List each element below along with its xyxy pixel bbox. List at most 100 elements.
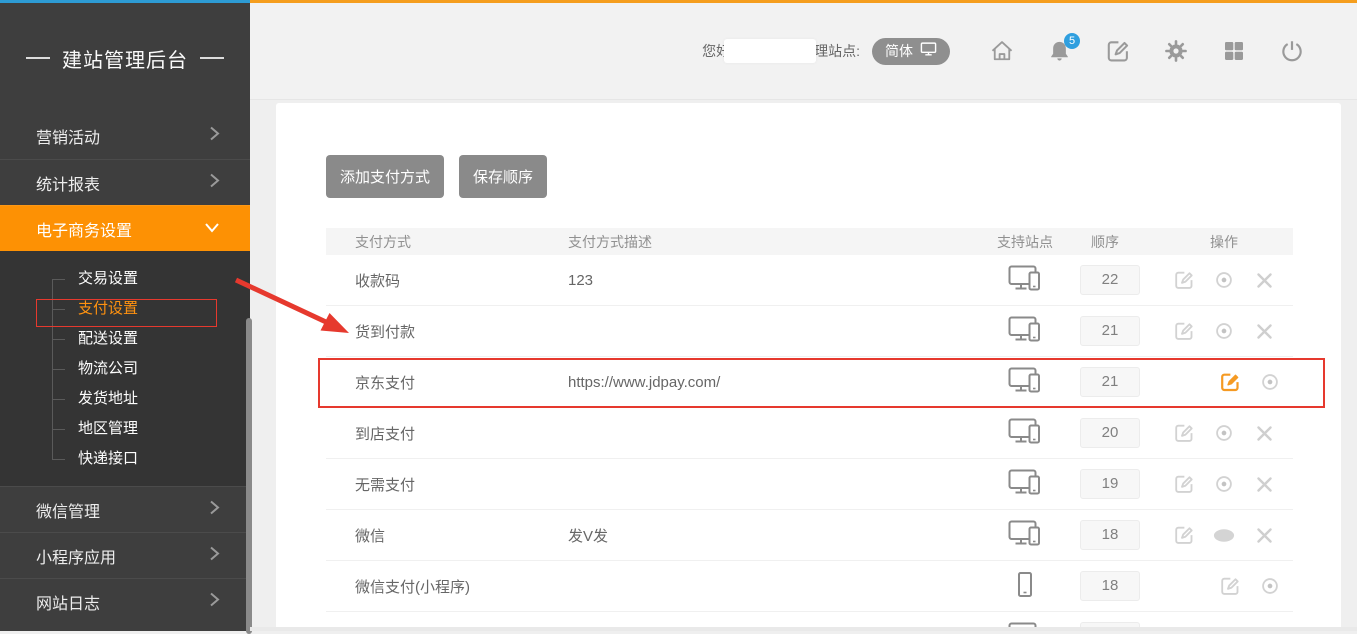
order-input[interactable]: 22: [1080, 265, 1140, 295]
home-icon[interactable]: [988, 38, 1015, 65]
desktop-and-mobile-icon: [1008, 418, 1043, 449]
sidebar-scrollbar[interactable]: [246, 318, 252, 634]
sidebar-item-网站日志[interactable]: 网站日志: [0, 578, 250, 624]
row-actions: [1155, 575, 1293, 597]
order-input[interactable]: 18: [1080, 571, 1140, 601]
power-icon[interactable]: [1278, 38, 1305, 65]
sidebar-subitem-快递接口[interactable]: 快递接口: [0, 444, 250, 474]
payment-method-description: 123: [568, 272, 985, 289]
table-row: 货到付款21: [326, 306, 1293, 357]
order-input[interactable]: 20: [1080, 418, 1140, 448]
delete-icon[interactable]: [1253, 422, 1275, 444]
desktop-and-mobile-icon: [1008, 520, 1043, 551]
chevron-down-icon: [204, 220, 220, 238]
edit-icon[interactable]: [1173, 320, 1195, 342]
view-icon[interactable]: [1213, 473, 1235, 495]
sidebar-subitem-发货地址[interactable]: 发货地址: [0, 384, 250, 414]
edit-icon[interactable]: [1173, 473, 1195, 495]
payment-method-name: 收款码: [326, 270, 568, 291]
sidebar-item-label: 统计报表: [36, 171, 100, 195]
sidebar-item-电子商务设置[interactable]: 电子商务设置: [0, 205, 250, 251]
chevron-right-icon: [209, 126, 220, 147]
notification-badge: 5: [1064, 33, 1080, 49]
table-row: 无需支付 19: [326, 459, 1293, 510]
payment-method-name: 京东支付: [326, 372, 568, 393]
row-actions: [1155, 320, 1293, 342]
desktop-and-mobile-icon: [1008, 265, 1043, 296]
row-actions: [1155, 371, 1293, 393]
hidden-eye-icon[interactable]: [1213, 524, 1235, 546]
order-input[interactable]: 18: [1080, 520, 1140, 550]
edit-icon[interactable]: [1219, 575, 1241, 597]
delete-icon[interactable]: [1253, 269, 1275, 291]
sidebar-subitem-交易设置[interactable]: 交易设置: [0, 264, 250, 294]
sidebar-item-小程序应用[interactable]: 小程序应用: [0, 532, 250, 578]
delete-icon[interactable]: [1253, 524, 1275, 546]
view-icon[interactable]: [1213, 422, 1235, 444]
payment-method-description: https://www.jdpay.com/: [568, 374, 985, 391]
col-header-supported-sites: 支持站点: [985, 232, 1065, 252]
payment-method-name: 无需支付: [326, 474, 568, 495]
sidebar-item-label: 电子商务设置: [36, 217, 132, 241]
view-icon[interactable]: [1259, 371, 1281, 393]
sidebar-subitem-配送设置[interactable]: 配送设置: [0, 324, 250, 354]
language-label: 简体: [885, 41, 913, 61]
chevron-right-icon: [209, 591, 220, 612]
table-row: 微信发V发 18: [326, 510, 1293, 561]
sidebar-subitem-物流公司[interactable]: 物流公司: [0, 354, 250, 384]
monitor-icon: [920, 42, 937, 60]
edit-icon[interactable]: [1173, 422, 1195, 444]
sidebar-item-label: 网站日志: [36, 590, 100, 614]
col-header-description: 支付方式描述: [568, 232, 985, 252]
col-header-payment-method: 支付方式: [326, 232, 568, 252]
mobile-only-icon: [1018, 572, 1032, 601]
order-input[interactable]: 21: [1080, 367, 1140, 397]
sidebar-submenu: 交易设置支付设置配送设置物流公司发货地址地区管理快递接口: [0, 251, 250, 486]
bell-icon[interactable]: 5: [1046, 38, 1073, 65]
save-order-button[interactable]: 保存顺序: [459, 155, 547, 198]
view-icon[interactable]: [1213, 320, 1235, 342]
add-payment-method-button[interactable]: 添加支付方式: [326, 155, 444, 198]
title-dash-left: [26, 57, 50, 59]
row-actions: [1155, 524, 1293, 546]
page-bottom-edge: [250, 627, 1357, 631]
sidebar-item-label: 微信管理: [36, 498, 100, 522]
table-header-row: 支付方式 支付方式描述 支持站点 顺序 操作: [326, 228, 1293, 255]
header-icons: 5: [988, 38, 1305, 65]
payment-method-name: 微信: [326, 525, 568, 546]
chevron-right-icon: [209, 499, 220, 520]
app-title: 建站管理后台: [0, 3, 250, 113]
apps-grid-icon[interactable]: [1220, 38, 1247, 65]
sidebar-item-label: 营销活动: [36, 124, 100, 148]
sidebar-item-微信管理[interactable]: 微信管理: [0, 486, 250, 532]
app-title-text: 建站管理后台: [62, 44, 188, 73]
view-icon[interactable]: [1259, 575, 1281, 597]
payment-method-description: 发V发: [568, 525, 985, 546]
edit-icon[interactable]: [1219, 371, 1241, 393]
sidebar: 建站管理后台 营销活动统计报表电子商务设置交易设置支付设置配送设置物流公司发货地…: [0, 3, 250, 631]
sidebar-subitem-支付设置[interactable]: 支付设置: [0, 294, 250, 324]
sidebar-item-统计报表[interactable]: 统计报表: [0, 159, 250, 205]
delete-icon[interactable]: [1253, 473, 1275, 495]
sidebar-subitem-地区管理[interactable]: 地区管理: [0, 414, 250, 444]
row-actions: [1155, 422, 1293, 444]
sidebar-nav: 营销活动统计报表电子商务设置交易设置支付设置配送设置物流公司发货地址地区管理快递…: [0, 113, 250, 624]
desktop-and-mobile-icon: [1008, 469, 1043, 500]
col-header-actions: 操作: [1155, 232, 1293, 252]
order-input[interactable]: 21: [1080, 316, 1140, 346]
sidebar-item-label: 小程序应用: [36, 544, 116, 568]
delete-icon[interactable]: [1253, 320, 1275, 342]
edit-icon[interactable]: [1173, 269, 1195, 291]
top-header: 您好 管理站点: 简体 5: [250, 3, 1357, 100]
edit-icon[interactable]: [1173, 524, 1195, 546]
language-switch-button[interactable]: 简体: [872, 38, 950, 65]
compose-icon[interactable]: [1104, 38, 1131, 65]
row-actions: [1155, 269, 1293, 291]
view-icon[interactable]: [1213, 269, 1235, 291]
col-header-order: 顺序: [1065, 232, 1155, 252]
order-input[interactable]: 19: [1080, 469, 1140, 499]
greeting: 您好 管理站点:: [702, 39, 860, 63]
sidebar-item-营销活动[interactable]: 营销活动: [0, 113, 250, 159]
chevron-right-icon: [209, 172, 220, 193]
gear-icon[interactable]: [1162, 38, 1189, 65]
